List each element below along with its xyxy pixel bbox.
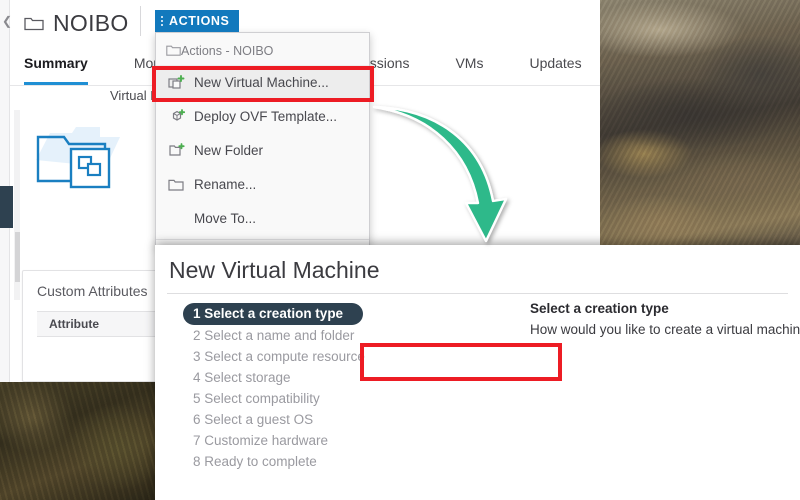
menu-item-new-virtual-machine[interactable]: New Virtual Machine... [156,65,369,99]
menu-item-label: Move To... [194,210,257,226]
menu-item-label: Deploy OVF Template... [194,108,338,124]
menu-item-label: New Virtual Machine... [194,74,329,90]
kebab-menu-icon [161,16,163,26]
pane-question: How would you like to create a virtual m… [530,322,800,337]
actions-button-label: ACTIONS [169,14,230,28]
left-scrollbar-thumb-secondary[interactable] [15,232,20,282]
new-folder-icon [166,142,186,158]
wizard-step-3[interactable]: 3 Select a compute resource [183,346,373,367]
card-title: Custom Attributes [37,283,148,299]
title-divider [140,6,141,36]
menu-item-label: Rename... [194,176,257,192]
folder-icon [166,44,181,59]
wizard-step-5[interactable]: 5 Select compatibility [183,388,373,409]
new-virtual-machine-wizard: New Virtual Machine 1 Select a creation … [155,245,800,500]
left-scrollbar-thumb[interactable] [0,186,13,228]
wizard-pane-header: Select a creation type How would you lik… [530,301,800,337]
ovf-template-icon [166,108,186,124]
wallpaper-right-region [600,0,800,248]
wizard-step-4[interactable]: 4 Select storage [183,367,373,388]
menu-item-deploy-ovf-template[interactable]: Deploy OVF Template... [156,99,369,133]
actions-dropdown-menu: Actions - NOIBO New Virtual Machine... D… [155,32,370,247]
object-titlebar: NOIBO [24,6,129,40]
folder-icon [166,178,186,191]
wizard-step-1[interactable]: 1 Select a creation type [183,303,363,325]
wizard-step-list: 1 Select a creation type 2 Select a name… [183,303,373,472]
folder-icon [24,17,44,31]
page-title: NOIBO [53,9,129,36]
pane-heading: Select a creation type [530,301,669,316]
chevron-left-icon[interactable]: ❮ [2,14,12,28]
menu-item-new-folder[interactable]: New Folder [156,133,369,167]
column-header-attribute: Attribute [49,317,99,331]
menu-separator [156,239,369,240]
tab-updates[interactable]: Updates [529,48,600,80]
wizard-step-8[interactable]: 8 Ready to complete [183,451,373,472]
menu-header-label: Actions - NOIBO [181,44,274,58]
menu-item-rename[interactable]: Rename... [156,167,369,201]
wizard-step-2[interactable]: 2 Select a name and folder [183,325,373,346]
tab-vms[interactable]: VMs [455,48,503,80]
wizard-step-6[interactable]: 6 Select a guest OS [183,409,373,430]
menu-header: Actions - NOIBO [156,37,369,65]
wallpaper-bottom-left-region [0,382,157,500]
green-curved-arrow [372,105,508,243]
wizard-step-7[interactable]: 7 Customize hardware [183,430,373,451]
wizard-title: New Virtual Machine [169,257,380,283]
menu-item-move-to[interactable]: Move To... [156,201,369,235]
tab-summary[interactable]: Summary [24,48,108,85]
menu-item-label: New Folder [194,142,264,158]
wizard-title-rule [167,293,788,294]
new-vm-icon [166,74,186,90]
vm-folder-icon [36,127,120,189]
actions-button[interactable]: ACTIONS [155,10,240,32]
